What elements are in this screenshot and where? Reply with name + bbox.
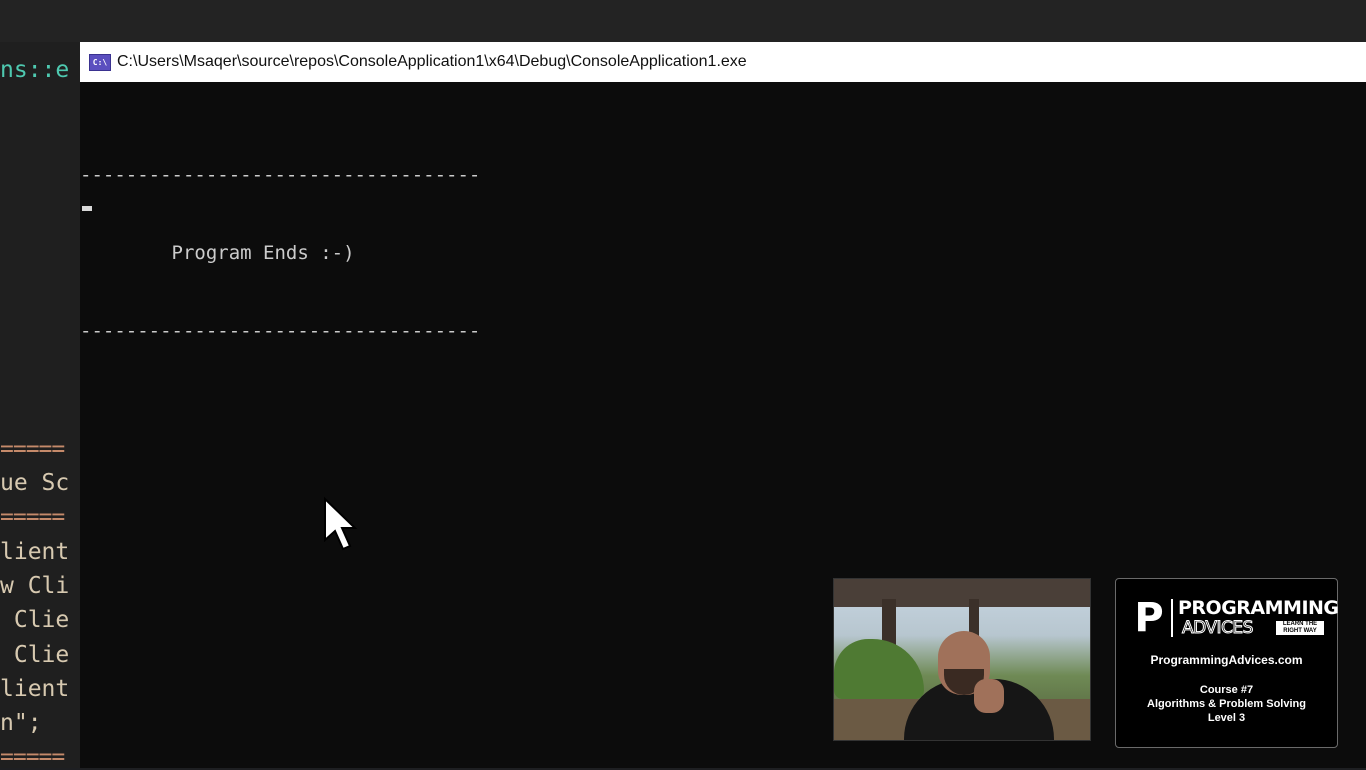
console-titlebar[interactable]: C:\ C:\Users\Msaqer\source\repos\Console… [80,42,1366,82]
logo-word-programming: PROGRAMMING [1178,597,1339,619]
brand-website: ProgrammingAdvices.com [1150,653,1303,667]
mouse-pointer-icon [324,496,358,551]
course-title: Algorithms & Problem Solving [1147,698,1306,710]
code-line: Clie [0,607,70,633]
console-title: C:\Users\Msaqer\source\repos\ConsoleAppl… [117,53,747,70]
logo-letter: P [1134,595,1164,641]
webcam-plant [834,639,924,699]
code-line: ===== [0,744,65,770]
course-info: Course #7 Algorithms & Problem Solving L… [1116,683,1337,725]
logo-word-advices: ADVICES [1182,618,1254,639]
course-level: Level 3 [1207,712,1246,724]
webcam-video [833,578,1091,741]
console-line: Program Ends :-) [80,242,355,264]
course-number: Course #7 [1199,684,1254,696]
text-cursor [82,206,92,211]
logo-divider [1171,599,1173,637]
logo-tagline: LEARN THE RIGHT WAY [1276,621,1324,635]
code-line: ===== [0,436,65,462]
code-line: lient [0,676,70,702]
code-line: Clie [0,642,70,668]
console-output: ----------------------------------- Prog… [80,110,1366,396]
console-line: ----------------------------------- [80,320,481,342]
code-line: w Cli [0,573,70,599]
webcam-roof [834,579,1090,607]
code-line: ns::e [0,57,70,83]
presenter-hand [974,679,1004,713]
console-app-icon: C:\ [89,53,111,71]
brand-logo: P PROGRAMMING ADVICES LEARN THE RIGHT WA… [1132,595,1339,641]
brand-card: P PROGRAMMING ADVICES LEARN THE RIGHT WA… [1115,578,1339,748]
code-line: n"; [0,710,42,736]
console-line: ----------------------------------- [80,164,481,186]
code-line: lient [0,539,70,565]
code-line: ===== [0,504,65,530]
ide-top-bar [0,0,1366,42]
code-line: ue Sc [0,470,70,496]
